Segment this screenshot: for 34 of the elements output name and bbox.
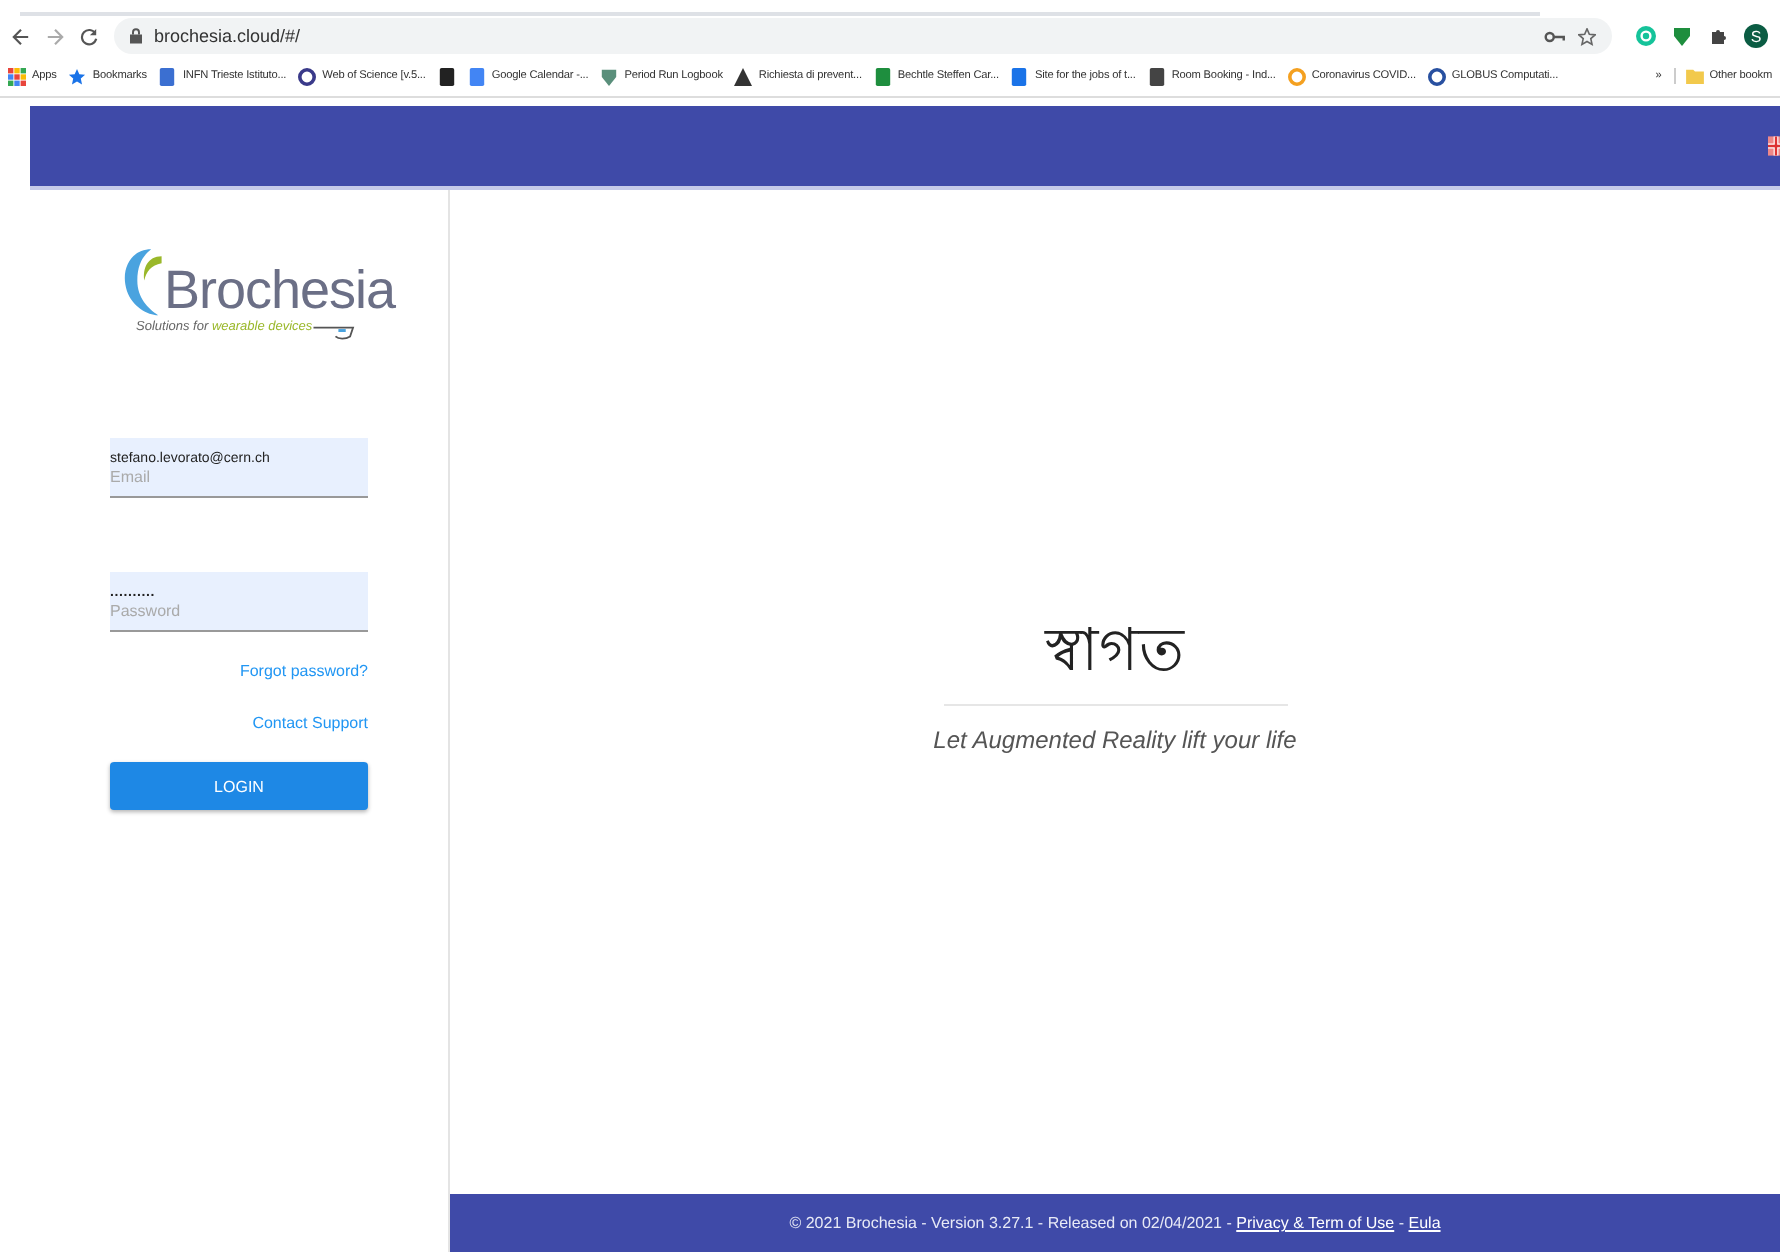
shield-icon[interactable] [1672,26,1692,46]
bookmark-icon [1427,67,1446,85]
url-text: brochesia.cloud/#/ [154,26,301,46]
folder-icon [1685,68,1704,84]
address-bar[interactable]: brochesia.cloud/#/ [114,18,1612,54]
login-button[interactable]: LOGIN [110,762,368,810]
profile-avatar[interactable]: S [1744,24,1768,48]
bookmark-icon [298,67,317,85]
field-label: Password [110,601,183,619]
glasses-icon [312,322,357,342]
bookmark-icon [600,67,619,85]
lock-icon [130,28,142,44]
back-icon[interactable] [12,27,30,45]
logo-wordmark: Brochesia [164,260,396,320]
welcome-title: স্বাগত [1045,613,1185,689]
bookmark-icon [8,67,26,85]
bookmark-icon [734,67,753,85]
bookmark-icon [1287,67,1306,85]
footer-link[interactable]: Eula [1408,1214,1441,1232]
star-icon[interactable] [1578,27,1596,45]
puzzle-icon[interactable] [1708,26,1728,46]
key-icon[interactable] [1544,29,1566,43]
bookmark-icon [1010,67,1029,85]
bookmark-icon [873,67,892,85]
bookmark-icon [1147,67,1166,85]
bookmark-icon [68,67,87,85]
field-label: Email [110,467,153,485]
reload-icon[interactable] [80,27,98,45]
bookmark-icon [158,67,177,85]
bookmark[interactable] [437,67,456,85]
footer-link[interactable]: Privacy & Term of Use [1236,1214,1395,1232]
flag-icon[interactable] [1768,134,1780,158]
footer-text: © 2021 Brochesia - Version 3.27.1 - Released on 02/04/2021 - Privacy & Term of Use - Eula [789,1214,1441,1232]
welcome-subtitle: Let Augmented Reality lift your life [933,725,1297,753]
